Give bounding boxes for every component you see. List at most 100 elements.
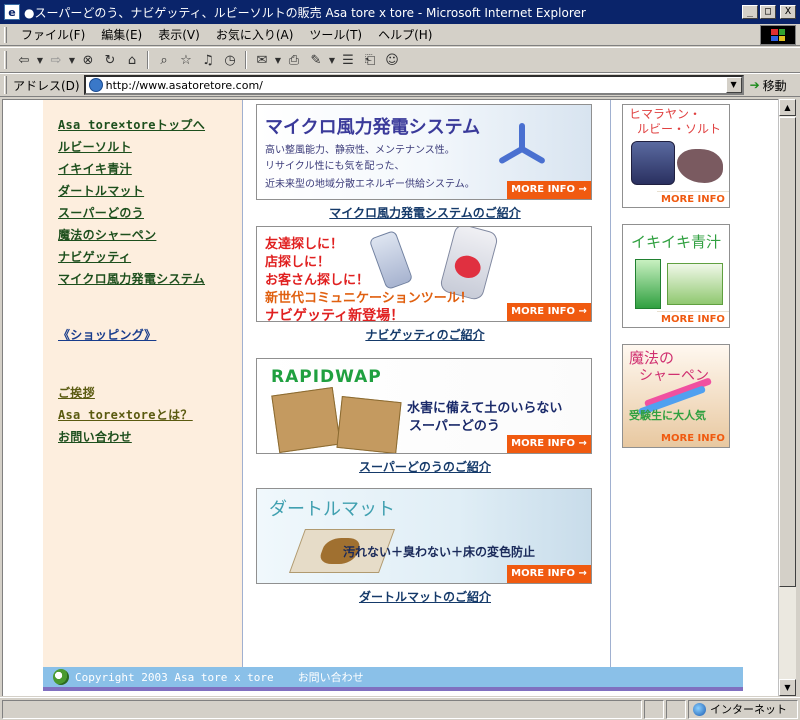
edit-dropdown-icon[interactable]: ▼	[327, 50, 337, 70]
go-button[interactable]: ➔ 移動	[750, 77, 787, 94]
menu-edit[interactable]: 編集(E)	[93, 26, 150, 43]
ad-title: ルビー・ソルト	[637, 122, 722, 136]
address-field[interactable]: ▼	[83, 75, 744, 95]
discuss-icon[interactable]: ☰	[337, 50, 359, 70]
vertical-scrollbar[interactable]: ▲ ▼	[778, 99, 796, 696]
print-icon[interactable]: ⎙	[283, 50, 305, 70]
address-bar: アドレス(D) ▼ ➔ 移動	[0, 73, 800, 97]
center-banners: マイクロ風力発電システム 高い整風能力、静寂性、メンテナンス性。 リサイクル性に…	[244, 100, 610, 667]
nav-dirtle-mat-link[interactable]: ダートルマット	[58, 180, 205, 202]
title-bar: e ●スーパーどのう、ナビゲッティ、ルビーソルトの販売 Asa tore x t…	[0, 0, 800, 24]
url-input[interactable]	[105, 78, 726, 92]
toolbar-separator	[245, 51, 247, 69]
page-footer: Copyright 2003 Asa tore x tore お問い合わせ	[43, 667, 743, 691]
scroll-down-icon[interactable]: ▼	[779, 679, 796, 696]
info-links: ご挨拶 Asa tore×toreとは？ お問い合わせ	[58, 382, 193, 448]
banner-caption-link[interactable]: ナビゲッティのご紹介	[256, 326, 594, 343]
maximize-button[interactable]: □	[760, 5, 776, 19]
dirtle-mat-banner[interactable]: ダートルマット 汚れない＋臭わない＋床の変色防止 MORE INFO →	[256, 488, 592, 584]
banner-text: スーパーどのう	[409, 419, 500, 434]
salt-rock-icon	[677, 149, 723, 183]
address-label: アドレス(D)	[13, 78, 80, 93]
menu-tools[interactable]: ツール(T)	[301, 26, 370, 43]
menu-bar: ファイル(F) 編集(E) 表示(V) お気に入り(A) ツール(T) ヘルプ(…	[0, 24, 800, 46]
home-icon[interactable]: ⌂	[121, 50, 143, 70]
forward-icon[interactable]: ⇨	[45, 50, 67, 70]
more-info-button[interactable]: MORE INFO →	[657, 431, 729, 447]
media-icon[interactable]: ♫	[197, 50, 219, 70]
banner-text: 近未来型の地域分散エネルギー供給システム。	[265, 179, 475, 190]
minimize-button[interactable]: _	[742, 5, 758, 19]
footer-contact-link[interactable]: お問い合わせ	[298, 669, 364, 685]
scroll-thumb[interactable]	[779, 117, 796, 587]
favorites-icon[interactable]: ☆	[175, 50, 197, 70]
menu-help[interactable]: ヘルプ(H)	[370, 26, 440, 43]
sandbag-icon	[336, 396, 402, 453]
menu-grip[interactable]	[4, 26, 7, 43]
nav-aojiru-link[interactable]: イキイキ青汁	[58, 158, 205, 180]
nav-about-link[interactable]: Asa tore×toreとは？	[58, 404, 193, 426]
right-ads: ヒマラヤン・ ルビー・ソルト MORE INFO → イキイキ青汁 MORE I…	[610, 100, 743, 667]
research-icon[interactable]: ⎗	[359, 50, 381, 70]
go-arrow-icon: ➔	[749, 78, 760, 92]
nav-magic-pencil-link[interactable]: 魔法のシャーペン	[58, 224, 205, 246]
aojiru-ad[interactable]: イキイキ青汁 MORE INFO →	[622, 224, 730, 328]
mail-dropdown-icon[interactable]: ▼	[273, 50, 283, 70]
more-info-button[interactable]: MORE INFO →	[657, 311, 729, 327]
copyright-text: Copyright 2003 Asa tore x tore	[75, 670, 274, 684]
more-info-button[interactable]: MORE INFO →	[657, 191, 729, 207]
toolbar-grip[interactable]	[4, 51, 7, 69]
banner-text: 水害に備えて土のいらない	[407, 401, 563, 416]
nav-super-donou-link[interactable]: スーパーどのう	[58, 202, 205, 224]
search-icon[interactable]: ⌕	[153, 50, 175, 70]
menu-view[interactable]: 表示(V)	[150, 26, 208, 43]
close-button[interactable]: X	[780, 5, 796, 19]
more-info-button[interactable]: MORE INFO →	[507, 303, 591, 321]
banner-caption-link[interactable]: マイクロ風力発電システムのご紹介	[256, 204, 594, 221]
messenger-icon[interactable]: ☺	[381, 50, 403, 70]
page-viewport: Asa tore×toreトップへ ルビーソルト イキイキ青汁 ダートルマット …	[2, 99, 778, 696]
nav-ruby-salt-link[interactable]: ルビーソルト	[58, 136, 205, 158]
navigetti-banner[interactable]: 友達探しに！ 店探しに！ お客さん探しに！ 新世代コミュニケーションツール！ ナ…	[256, 226, 592, 322]
toolbar-separator	[147, 51, 149, 69]
nav-wind-power-link[interactable]: マイクロ風力発電システム	[58, 268, 205, 290]
nav-contact-link[interactable]: お問い合わせ	[58, 426, 193, 448]
forward-dropdown-icon[interactable]: ▼	[67, 50, 77, 70]
stop-icon[interactable]: ⊗	[77, 50, 99, 70]
magic-pencil-ad[interactable]: 魔法の シャーペン 受験生に大人気 MORE INFO →	[622, 344, 730, 448]
menu-favorites[interactable]: お気に入り(A)	[208, 26, 302, 43]
more-info-button[interactable]: MORE INFO →	[507, 565, 591, 583]
banner-caption-link[interactable]: スーパーどのうのご紹介	[256, 458, 594, 475]
banner-text: 高い整風能力、静寂性、メンテナンス性。	[265, 145, 455, 156]
ruby-salt-ad[interactable]: ヒマラヤン・ ルビー・ソルト MORE INFO →	[622, 104, 730, 208]
banner-text: 汚れない＋臭わない＋床の変色防止	[343, 545, 536, 559]
more-info-button[interactable]: MORE INFO →	[507, 181, 591, 199]
banner-block-donou: RAPIDWAP 水害に備えて土のいらない スーパーどのう MORE INFO …	[256, 358, 594, 475]
nav-greeting-link[interactable]: ご挨拶	[58, 382, 193, 404]
menu-file[interactable]: ファイル(F)	[13, 26, 93, 43]
banner-caption-link[interactable]: ダートルマットのご紹介	[256, 588, 594, 605]
edit-icon[interactable]: ✎	[305, 50, 327, 70]
phone-icon	[368, 229, 414, 291]
scroll-up-icon[interactable]: ▲	[779, 99, 796, 116]
mail-icon[interactable]: ✉	[251, 50, 273, 70]
window-controls: _ □ X	[742, 5, 796, 19]
nav-top-link[interactable]: Asa tore×toreトップへ	[58, 114, 205, 136]
super-donou-banner[interactable]: RAPIDWAP 水害に備えて土のいらない スーパーどのう MORE INFO …	[256, 358, 592, 454]
banner-block-mat: ダートルマット 汚れない＋臭わない＋床の変色防止 MORE INFO → ダート…	[256, 488, 594, 605]
address-grip[interactable]	[4, 76, 7, 94]
wind-power-banner[interactable]: マイクロ風力発電システム 高い整風能力、静寂性、メンテナンス性。 リサイクル性に…	[256, 104, 592, 200]
ad-title: イキイキ青汁	[631, 233, 722, 251]
refresh-icon[interactable]: ↻	[99, 50, 121, 70]
back-icon[interactable]: ⇦	[13, 50, 35, 70]
nav-navigetti-link[interactable]: ナビゲッティ	[58, 246, 205, 268]
nav-shopping-link[interactable]: 《ショッピング》	[58, 324, 156, 346]
zone-label: インターネット	[710, 703, 787, 716]
more-info-button[interactable]: MORE INFO →	[507, 435, 591, 453]
address-dropdown-icon[interactable]: ▼	[725, 77, 742, 93]
back-dropdown-icon[interactable]: ▼	[35, 50, 45, 70]
ie-app-icon[interactable]: e	[4, 4, 20, 20]
history-icon[interactable]: ◷	[219, 50, 241, 70]
web-page: Asa tore×toreトップへ ルビーソルト イキイキ青汁 ダートルマット …	[43, 100, 743, 696]
go-label: 移動	[762, 78, 787, 93]
